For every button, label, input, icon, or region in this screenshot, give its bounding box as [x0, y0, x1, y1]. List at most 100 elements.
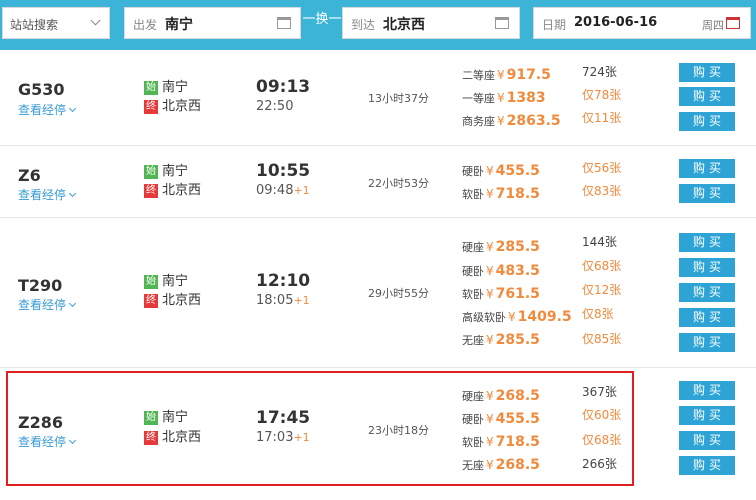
view-stops-link[interactable]: 查看经停	[18, 296, 77, 313]
seat-line: 硬座 ¥285.5	[462, 236, 540, 256]
from-station: 始南宁	[144, 164, 188, 180]
seat-type: 硬卧	[462, 265, 484, 278]
plus-day: +1	[293, 184, 310, 197]
departure-field[interactable]: 出发 南宁	[124, 7, 301, 39]
train-number: Z6	[18, 166, 41, 185]
view-stops-link[interactable]: 查看经停	[18, 186, 77, 203]
seats-remaining: 仅8张	[582, 307, 614, 321]
seat-type: 一等座	[462, 92, 495, 105]
from-station-name: 南宁	[162, 274, 189, 289]
currency-symbol: ¥	[486, 287, 494, 301]
date-field[interactable]: 日期 2016-06-16 周四	[533, 7, 751, 39]
departure-value: 南宁	[165, 17, 193, 33]
seats-remaining: 仅85张	[582, 332, 622, 346]
from-station: 始南宁	[144, 274, 188, 290]
currency-symbol: ¥	[486, 164, 494, 178]
seats-remaining: 仅68张	[582, 259, 622, 273]
buy-button[interactable]: 购买	[679, 87, 735, 106]
selected-train-highlight	[6, 371, 634, 486]
buy-button[interactable]: 购买	[679, 258, 735, 277]
seat-price: 761.5	[495, 286, 540, 302]
buy-button[interactable]: 购买	[679, 233, 735, 252]
calendar-icon[interactable]	[726, 17, 740, 29]
seats-remaining: 仅11张	[582, 111, 622, 125]
seat-price: 1383	[506, 90, 546, 106]
seat-line: 软卧 ¥761.5	[462, 283, 540, 303]
seat-line: 无座 ¥285.5	[462, 329, 540, 349]
seat-line: 硬卧 ¥483.5	[462, 260, 540, 280]
seat-line: 商务座 ¥2863.5	[462, 110, 561, 130]
depart-time: 12:10	[256, 271, 311, 291]
currency-symbol: ¥	[497, 91, 505, 105]
arrive-time: 09:48+1	[256, 183, 310, 198]
seat-type: 硬座	[462, 241, 484, 254]
buy-button[interactable]: 购买	[679, 381, 735, 400]
duration: 22小时53分	[368, 177, 429, 190]
seat-price: 285.5	[495, 239, 540, 255]
start-badge: 始	[144, 275, 158, 289]
buy-button[interactable]: 购买	[679, 184, 735, 203]
arrive-time-value: 18:05	[256, 293, 294, 308]
currency-symbol: ¥	[497, 114, 505, 128]
buy-button[interactable]: 购买	[679, 308, 735, 327]
buy-button[interactable]: 购买	[679, 63, 735, 82]
arrival-field[interactable]: 到达 北京西	[342, 7, 520, 39]
view-stops-link[interactable]: 查看经停	[18, 101, 77, 118]
seats-remaining: 仅12张	[582, 283, 622, 297]
arrive-time-value: 09:48	[256, 183, 294, 198]
swap-stations-button[interactable]: 一换一	[302, 8, 342, 27]
view-stops-label: 查看经停	[18, 103, 67, 117]
seat-type: 高级软卧	[462, 311, 506, 324]
chevron-down-icon	[68, 189, 77, 198]
seat-line: 二等座 ¥917.5	[462, 64, 551, 84]
station-picker-icon[interactable]	[495, 17, 509, 29]
currency-symbol: ¥	[486, 240, 494, 254]
buy-button[interactable]: 购买	[679, 112, 735, 131]
departure-label: 出发	[133, 18, 158, 32]
from-station: 始南宁	[144, 80, 188, 96]
view-stops-label: 查看经停	[18, 298, 67, 312]
seats-remaining: 144张	[582, 235, 617, 249]
view-stops-label: 查看经停	[18, 188, 67, 202]
search-mode-select[interactable]: 站站搜索	[2, 7, 110, 39]
seats-remaining: 仅83张	[582, 184, 622, 198]
currency-symbol: ¥	[486, 264, 494, 278]
currency-symbol: ¥	[497, 68, 505, 82]
duration: 13小时37分	[368, 92, 429, 105]
date-label: 日期	[542, 18, 567, 32]
duration: 29小时55分	[368, 287, 429, 300]
buy-button[interactable]: 购买	[679, 283, 735, 302]
to-station: 终北京西	[144, 293, 201, 309]
seat-type: 二等座	[462, 69, 495, 82]
date-value: 2016-06-16	[574, 15, 658, 30]
end-badge: 终	[144, 184, 158, 198]
seats-remaining: 仅78张	[582, 88, 622, 102]
arrive-time: 22:50	[256, 99, 293, 114]
train-row: T290 查看经停 始南宁 终北京西 12:10 18:05+1 29小时55分…	[0, 218, 756, 368]
start-badge: 始	[144, 81, 158, 95]
to-station: 终北京西	[144, 183, 201, 199]
currency-symbol: ¥	[486, 187, 494, 201]
currency-symbol: ¥	[486, 333, 494, 347]
buy-button[interactable]: 购买	[679, 406, 735, 425]
seat-type: 无座	[462, 334, 484, 347]
currency-symbol: ¥	[508, 310, 516, 324]
buy-button[interactable]: 购买	[679, 431, 735, 450]
seat-line: 软卧 ¥718.5	[462, 183, 540, 203]
to-station-name: 北京西	[162, 293, 202, 308]
station-picker-icon[interactable]	[277, 17, 291, 29]
buy-button[interactable]: 购买	[679, 333, 735, 352]
train-number: G530	[18, 80, 65, 99]
seat-type: 商务座	[462, 115, 495, 128]
chevron-down-icon	[68, 299, 77, 308]
seat-price: 1409.5	[517, 309, 572, 325]
buy-button[interactable]: 购买	[679, 456, 735, 475]
to-station-name: 北京西	[162, 183, 202, 198]
seats-remaining: 仅56张	[582, 161, 622, 175]
depart-time: 09:13	[256, 77, 311, 97]
to-station-name: 北京西	[162, 99, 202, 114]
seat-price: 285.5	[495, 332, 540, 348]
arrival-value: 北京西	[383, 17, 425, 33]
seat-type: 硬卧	[462, 165, 484, 178]
buy-button[interactable]: 购买	[679, 159, 735, 178]
